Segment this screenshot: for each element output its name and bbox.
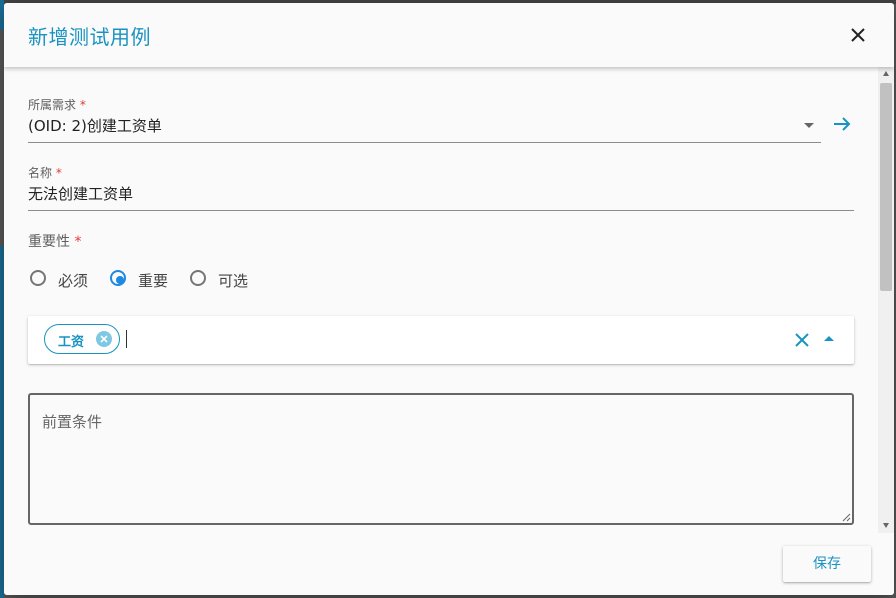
radio-checked-icon xyxy=(110,270,126,286)
radio-unchecked-icon xyxy=(190,270,206,286)
importance-label: 重要性 * xyxy=(28,234,82,250)
dialog-footer: 保存 xyxy=(4,533,894,595)
precondition-placeholder: 前置条件 xyxy=(42,413,103,431)
requirement-select[interactable]: (OID: 2)创建工资单 xyxy=(28,115,162,136)
radio-label: 可选 xyxy=(218,272,249,290)
goto-requirement-button[interactable] xyxy=(830,112,854,136)
resize-handle-icon[interactable] xyxy=(841,512,851,522)
dialog-header: 新增测试用例 xyxy=(4,3,894,67)
close-icon xyxy=(795,333,809,347)
radio-unchecked-icon xyxy=(30,270,46,286)
arrow-drop-down-icon[interactable] xyxy=(804,123,814,128)
precondition-textarea[interactable]: 前置条件 xyxy=(28,393,854,525)
dialog-body: 所属需求 * (OID: 2)创建工资单 名称 * 无法创建工资单 重要性 * … xyxy=(4,67,878,533)
scrollbar-thumb[interactable] xyxy=(880,83,892,291)
arrow-drop-up-icon[interactable] xyxy=(824,336,834,341)
dialog-title: 新增测试用例 xyxy=(28,25,151,49)
close-icon xyxy=(851,28,865,42)
vertical-scrollbar[interactable] xyxy=(878,67,894,533)
scroll-down-arrow-icon[interactable] xyxy=(883,523,889,528)
new-test-case-dialog: 新增测试用例 所属需求 * (OID: 2)创建工资单 名称 * 无法创建工资单 xyxy=(4,3,894,595)
arrow-right-icon xyxy=(834,117,851,131)
name-input[interactable]: 无法创建工资单 xyxy=(28,183,133,204)
chip-remove-icon[interactable] xyxy=(96,331,112,347)
name-label: 名称 * xyxy=(28,166,62,180)
close-button[interactable] xyxy=(846,23,870,47)
save-button[interactable]: 保存 xyxy=(783,546,871,582)
requirement-label: 所属需求 * xyxy=(28,98,86,112)
text-caret xyxy=(126,330,127,348)
tag-chip-label: 工资 xyxy=(58,335,85,350)
requirement-underline xyxy=(28,142,821,143)
clear-tags-button[interactable] xyxy=(792,330,812,350)
scroll-up-arrow-icon[interactable] xyxy=(883,71,889,76)
tags-input[interactable]: 工资 xyxy=(28,316,854,364)
name-underline xyxy=(28,210,854,211)
tag-chip: 工资 xyxy=(44,324,120,354)
radio-label: 重要 xyxy=(138,272,169,290)
radio-label: 必须 xyxy=(58,272,89,290)
